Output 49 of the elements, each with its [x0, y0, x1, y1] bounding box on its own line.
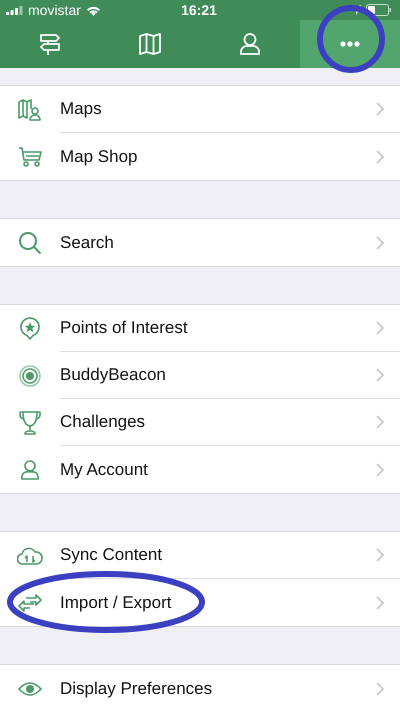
trophy-icon [19, 410, 41, 434]
menu-label: Search [60, 232, 114, 252]
chevron-icon [376, 368, 384, 382]
status-time: 16:21 [181, 2, 217, 18]
menu-item[interactable]: Display Preferences [0, 665, 400, 711]
menu-label: My Account [60, 460, 148, 480]
swap-arrows-icon [18, 592, 42, 612]
menu-label: Display Preferences [60, 678, 212, 698]
battery-icon [366, 4, 392, 16]
menu-label: Sync Content [60, 545, 162, 565]
menu-item[interactable]: Import / Export [0, 579, 400, 626]
person-icon [21, 458, 39, 480]
cart-icon [18, 146, 42, 166]
menu-item[interactable]: Points of Interest [0, 305, 400, 352]
menu-item[interactable]: My Account [0, 446, 400, 493]
menu-item[interactable]: Maps [0, 86, 400, 133]
beacon-icon [19, 364, 41, 386]
signpost-icon [39, 32, 61, 56]
search-icon [18, 230, 42, 254]
chevron-icon [376, 236, 384, 250]
menu-label: Maps [60, 99, 102, 119]
menu-item[interactable]: Challenges [0, 399, 400, 446]
chevron-icon [376, 415, 384, 429]
eye-icon [18, 680, 42, 696]
menu-label: Points of Interest [60, 318, 188, 338]
maps-icon [18, 98, 42, 120]
map-icon [139, 33, 161, 55]
chevron-icon [376, 548, 384, 562]
more-icon [340, 41, 360, 47]
menu-item[interactable]: Sync Content [0, 532, 400, 579]
chevron-icon [376, 321, 384, 335]
menu-label: Map Shop [60, 146, 138, 166]
chevron-icon [376, 150, 384, 164]
chevron-icon [376, 102, 384, 116]
menu-item[interactable]: BuddyBeacon [0, 352, 400, 399]
profile-icon [240, 33, 260, 55]
chevron-icon [376, 462, 384, 476]
wifi-icon [86, 4, 101, 16]
chevron-icon [376, 596, 384, 610]
menu-item[interactable]: Search [0, 219, 400, 266]
star-pin-icon [20, 317, 40, 340]
chevron-icon [376, 682, 384, 696]
signal-icon [6, 6, 23, 14]
menu-label: BuddyBeacon [60, 365, 166, 385]
menu-label: Import / Export [60, 592, 172, 612]
menu-item[interactable]: Map Shop [0, 133, 400, 180]
carrier-name: movistar [28, 2, 81, 18]
menu-label: Challenges [60, 412, 146, 432]
cloud-sync-icon [17, 546, 43, 566]
